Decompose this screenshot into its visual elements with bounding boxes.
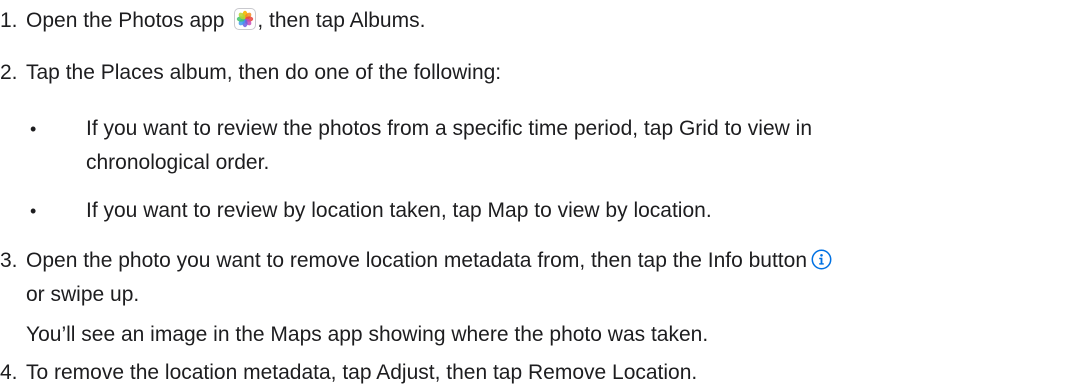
step-text: Open the photo you want to remove locati… — [26, 244, 1076, 312]
step-text: Tap the Places album, then do one of the… — [26, 61, 502, 84]
step-text: Open the Photos app , then tap Albums. — [26, 4, 1076, 38]
step-line: Open the photo you want to remove locati… — [26, 244, 1076, 278]
step-number: 3. — [0, 249, 18, 272]
step-text: To remove the location metadata, tap Adj… — [26, 361, 698, 384]
info-circle-icon — [811, 247, 832, 270]
bullet-line: If you want to review the photos from a … — [86, 117, 812, 140]
bullet-text: If you want to review by location taken,… — [86, 194, 1076, 228]
bullet-line: chronological order. — [86, 151, 270, 174]
step-number: 1. — [0, 9, 18, 32]
bullet-text: If you want to review the photos from a … — [86, 112, 1076, 180]
photos-app-icon — [234, 8, 257, 30]
step-number: 2. — [0, 61, 18, 84]
step-text-before-icon: Open the Photos app — [26, 9, 231, 32]
step-line-text: Open the photo you want to remove locati… — [26, 249, 807, 272]
step-number: 4. — [0, 361, 18, 384]
step-text-after-icon: , then tap Albums. — [257, 9, 426, 32]
bullet-glyph: • — [30, 201, 37, 221]
bullet-glyph: • — [30, 119, 37, 139]
bullet-line: If you want to review by location taken,… — [86, 199, 712, 222]
step-note: You’ll see an image in the Maps app show… — [26, 323, 709, 346]
step-line: or swipe up. — [26, 283, 140, 306]
